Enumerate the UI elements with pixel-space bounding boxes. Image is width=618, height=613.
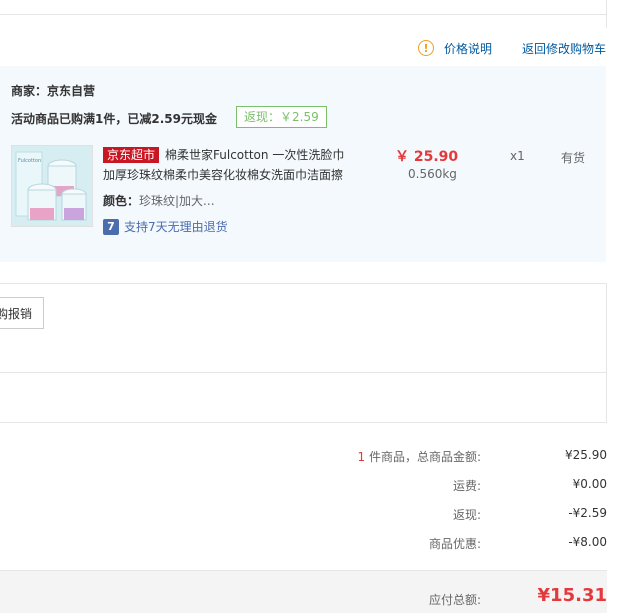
merchant-label: 商家：京东自营	[11, 84, 96, 98]
product-price: ￥ 25.90	[395, 149, 459, 165]
goods-total-row: 1 件商品，总商品金额: ¥25.90	[0, 448, 608, 468]
payable-label: 应付总额:	[428, 593, 481, 607]
discount-row: 商品优惠: -¥8.00	[0, 535, 607, 555]
product-title[interactable]: 京东超市 棉柔世家Fulcotton 一次性洗脸巾 加厚珍珠纹棉柔巾美容化妆棉女洗…	[103, 145, 353, 185]
rebate-badge: 返现：￥2.59	[236, 106, 327, 128]
shop-order-box: 商家：京东自营 活动商品已购满1件，已减2.59元现金 返现：￥2.59 Ful…	[0, 66, 606, 262]
section-divider	[0, 283, 606, 284]
section-divider	[0, 372, 606, 373]
price-info-link[interactable]: ! 价格说明	[418, 38, 492, 58]
shipping-value: ¥0.00	[572, 477, 607, 491]
promo-text: 活动商品已购满1件，已减2.59元现金	[11, 112, 217, 126]
stock-status: 有货	[561, 151, 586, 165]
discount-value: -¥8.00	[568, 535, 607, 549]
right-border	[606, 0, 607, 28]
invoice-button-label: 购报销	[0, 306, 32, 321]
attr-value: 珍珠纹|加大...	[139, 194, 215, 208]
goods-total-label: 1 件商品，总商品金额:	[358, 448, 482, 465]
rebate-row: 返现: -¥2.59	[0, 506, 607, 526]
payable-total-bar: 应付总额: ¥15.31	[0, 570, 607, 613]
shipping-label: 运费:	[452, 479, 481, 493]
top-divider	[0, 14, 606, 15]
rebate-value: -¥2.59	[568, 506, 607, 520]
discount-label: 商品优惠:	[428, 537, 481, 551]
seven-day-return-icon: 7	[103, 218, 119, 235]
item-count: 1	[357, 450, 366, 464]
jd-supermarket-badge: 京东超市	[103, 147, 160, 163]
return-policy-text: 支持7天无理由退货	[124, 220, 228, 234]
product-attribute: 颜色：珍珠纹|加大...	[103, 192, 215, 209]
right-border	[606, 283, 607, 423]
return-policy: 7 支持7天无理由退货	[103, 218, 228, 235]
product-photo-icon: Fulcotton	[12, 146, 92, 226]
section-divider	[0, 422, 606, 423]
back-to-cart-link[interactable]: 返回修改购物车	[522, 40, 606, 57]
top-links-bar: ! 价格说明 返回修改购物车	[0, 38, 618, 58]
attr-label: 颜色：	[103, 194, 140, 208]
product-quantity: x1	[510, 149, 525, 163]
warning-icon: !	[418, 40, 434, 56]
payable-value: ¥15.31	[537, 585, 607, 606]
shipping-row: 运费: ¥0.00	[0, 477, 607, 497]
invoice-reimburse-button[interactable]: 购报销	[0, 297, 44, 329]
svg-text:Fulcotton: Fulcotton	[18, 158, 41, 164]
product-image[interactable]: Fulcotton	[11, 145, 93, 227]
goods-total-value: ¥25.90	[565, 448, 607, 462]
price-info-label[interactable]: 价格说明	[444, 40, 492, 57]
goods-total-label-text: 件商品，总商品金额:	[365, 450, 481, 464]
product-weight: 0.560kg	[408, 167, 457, 181]
rebate-label: 返现:	[452, 508, 481, 522]
